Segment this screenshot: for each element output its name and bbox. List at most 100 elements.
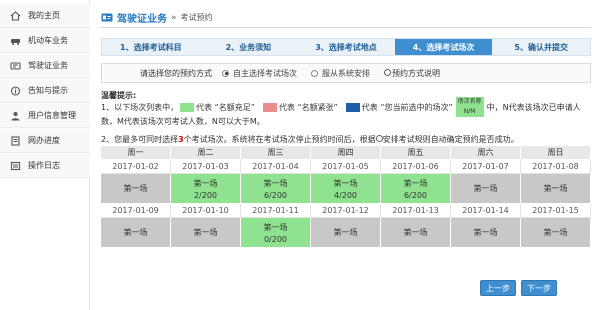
date-cell: 2017-01-08 <box>521 160 591 174</box>
session-name: 第一场 <box>403 178 428 188</box>
step-5: 5、确认并提交 <box>514 42 568 52</box>
exam-session-calendar: 周一 周二 周三 周四 周五 周六 周日 2017-01-02 2017-01-03 2017-0… <box>101 146 591 260</box>
session-cell[interactable]: 第一场 <box>521 218 591 248</box>
step-progress-bar: 1、选择考试科目 2、业务须知 3、选择考试地点 4、选择考试场次 5、确认并提… <box>101 38 591 56</box>
weekday-header: 周一 <box>101 146 171 160</box>
date-cell: 2017-01-11 <box>241 204 311 218</box>
date-cell: 2017-01-04 <box>241 160 311 174</box>
session-name: 第一场 <box>543 184 568 193</box>
session-cell[interactable]: 第一场 <box>171 218 241 248</box>
session-cell[interactable]: 第一场 <box>101 218 171 248</box>
session-name: 第一场 <box>473 184 498 193</box>
booking-mode-row: 请选择您的预约方式 自主选择考试场次 服从系统安排 预约方式说明 <box>101 63 591 83</box>
help-icon <box>384 68 391 78</box>
weekday-header: 周六 <box>451 146 521 160</box>
booking-mode-help-link[interactable]: 预约方式说明 <box>384 68 440 79</box>
session-cell[interactable]: 第一场 <box>451 174 521 204</box>
help-link-text: 预约方式说明 <box>392 68 440 78</box>
sidebar-item-user-info[interactable]: 用户信息管理 <box>0 104 90 128</box>
license-card-icon <box>9 60 21 72</box>
session-name: 第一场 <box>123 228 148 237</box>
page-title: 考试预约 <box>180 13 213 22</box>
session-cell[interactable]: 第一场 <box>451 218 521 248</box>
session-name: 第一场 <box>123 184 148 193</box>
session-count: 4/200 <box>333 190 358 200</box>
session-cell[interactable]: 第一场 <box>381 218 451 248</box>
log-icon <box>9 160 21 172</box>
session-name: 第一场 <box>263 222 288 232</box>
tip1-continued: 数，M代表该场次可考试人数，N可以大于M。 <box>101 116 265 126</box>
weekday-header: 周二 <box>171 146 241 160</box>
legend-sample-name: 场次名称 <box>457 98 482 105</box>
legend-session-sample: 场次名称 N/M <box>455 97 484 117</box>
step-4-current: 4、选择考试场次 <box>394 39 493 55</box>
tip1-pink-text: 代表 “名额紧张” <box>278 102 338 112</box>
sidebar-item-notices[interactable]: 告知与提示 <box>0 79 90 103</box>
sidebar-item-progress[interactable]: 网办进度 <box>0 129 90 153</box>
sidebar-item-label: 驾驶证业务 <box>28 61 68 70</box>
tip1-blue-text: 代表 “您当前选中的场次” <box>361 102 453 112</box>
session-count: 6/200 <box>263 190 288 200</box>
breadcrumb-module[interactable]: 驾驶证业务 <box>117 10 167 25</box>
tip1-prefix: 1、以下场次列表中， <box>101 102 179 112</box>
session-cell[interactable]: 第一场 0/200 <box>241 218 311 248</box>
rules-icon <box>375 135 383 144</box>
legend-swatch-selected <box>345 102 360 112</box>
radio-self-select-label: 自主选择考试场次 <box>233 68 297 78</box>
date-cell: 2017-01-07 <box>451 160 521 174</box>
document-icon <box>9 135 21 147</box>
previous-step-button[interactable]: 上一步 <box>480 280 516 296</box>
session-cell[interactable]: 第一场 2/200 <box>171 174 241 204</box>
date-cell: 2017-01-12 <box>311 204 381 218</box>
legend-sample-count: N/M <box>463 108 476 115</box>
next-step-button[interactable]: 下一步 <box>521 280 557 296</box>
sidebar-item-label: 用户信息管理 <box>28 111 76 120</box>
session-name: 第一场 <box>543 228 568 237</box>
user-icon <box>9 110 21 122</box>
radio-self-select[interactable]: 自主选择考试场次 <box>222 68 297 79</box>
date-cell: 2017-01-10 <box>171 204 241 218</box>
sidebar-item-license[interactable]: 驾驶证业务 <box>0 54 90 78</box>
session-name: 第一场 <box>473 228 498 237</box>
radio-unselected-indicator[interactable] <box>311 69 318 77</box>
session-cell[interactable]: 第一场 6/200 <box>241 174 311 204</box>
session-cell[interactable]: 第一场 <box>521 174 591 204</box>
session-cell[interactable]: 第一场 <box>101 174 171 204</box>
session-name: 第一场 <box>193 228 218 237</box>
arrangement-rules-link[interactable]: 安排考试规则 <box>383 135 431 144</box>
date-cell: 2017-01-05 <box>311 160 381 174</box>
tip2-prefix: 2、您最多可同时选择 <box>101 135 179 144</box>
session-name: 第一场 <box>403 228 428 237</box>
tip-legend: 1、以下场次列表中， 代表 “名额充足” 代表 “名额紧张” 代表 “您当前选中… <box>101 97 591 130</box>
home-icon <box>9 10 21 22</box>
session-name: 第一场 <box>193 178 218 188</box>
step-1: 1、选择考试科目 <box>120 42 182 52</box>
weekday-header: 周四 <box>311 146 381 160</box>
info-icon <box>9 85 21 97</box>
session-cell[interactable]: 第一场 6/200 <box>381 174 451 204</box>
radio-selected-indicator[interactable] <box>222 69 229 77</box>
session-cell[interactable]: 第一场 <box>311 218 381 248</box>
breadcrumb-separator: » <box>171 12 177 23</box>
session-count: 0/200 <box>263 234 288 244</box>
sidebar-item-label: 网办进度 <box>28 136 60 145</box>
weekday-header: 周日 <box>521 146 591 160</box>
weekday-header: 周五 <box>381 146 451 160</box>
sidebar-item-home[interactable]: 我的主页 <box>0 4 90 28</box>
weekday-header: 周三 <box>241 146 311 160</box>
booking-mode-label: 请选择您的预约方式 <box>140 68 212 78</box>
sidebar-item-vehicle[interactable]: 机动车业务 <box>0 29 90 53</box>
legend-swatch-available <box>180 102 195 112</box>
radio-system-arrange[interactable]: 服从系统安排 <box>311 68 370 79</box>
license-card-icon <box>101 12 113 23</box>
date-cell: 2017-01-02 <box>101 160 171 174</box>
session-name: 第一场 <box>263 178 288 188</box>
tip2-middle: 个考试场次。系统将在考试场次停止预约时间后，根据 <box>183 135 376 144</box>
sidebar-item-log[interactable]: 操作日志 <box>0 154 90 178</box>
session-count: 2/200 <box>193 190 218 200</box>
tip2-suffix: 自动确定预约是否成功。 <box>430 135 519 144</box>
session-cell[interactable]: 第一场 4/200 <box>311 174 381 204</box>
legend-swatch-tight <box>262 102 277 112</box>
session-count: 6/200 <box>403 190 428 200</box>
tip1-suffix: 中，N代表该场次已申请人 <box>486 102 581 112</box>
